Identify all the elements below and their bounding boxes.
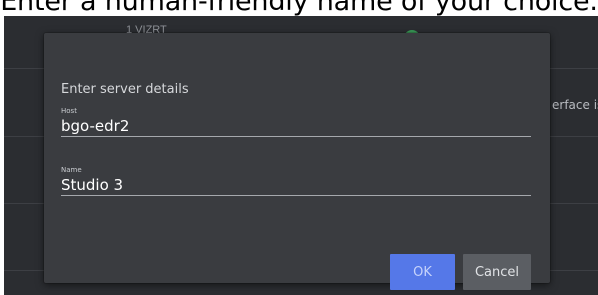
server-list-panel: 1 VIZRT erface is Enter server details H… xyxy=(4,16,598,295)
name-input[interactable] xyxy=(61,175,531,196)
ok-button[interactable]: OK xyxy=(390,254,455,290)
cancel-button[interactable]: Cancel xyxy=(463,254,531,290)
host-field: Host xyxy=(61,107,531,137)
name-label: Name xyxy=(61,166,82,174)
server-details-dialog: Enter server details Host Name OK Cancel xyxy=(44,33,550,290)
instruction-caption: Enter a human-friendly name of your choi… xyxy=(0,0,598,16)
host-input[interactable] xyxy=(61,116,531,137)
name-field: Name xyxy=(61,166,531,196)
background-description-text: erface is xyxy=(552,98,598,112)
dialog-title: Enter server details xyxy=(61,82,189,97)
host-label: Host xyxy=(61,107,77,115)
